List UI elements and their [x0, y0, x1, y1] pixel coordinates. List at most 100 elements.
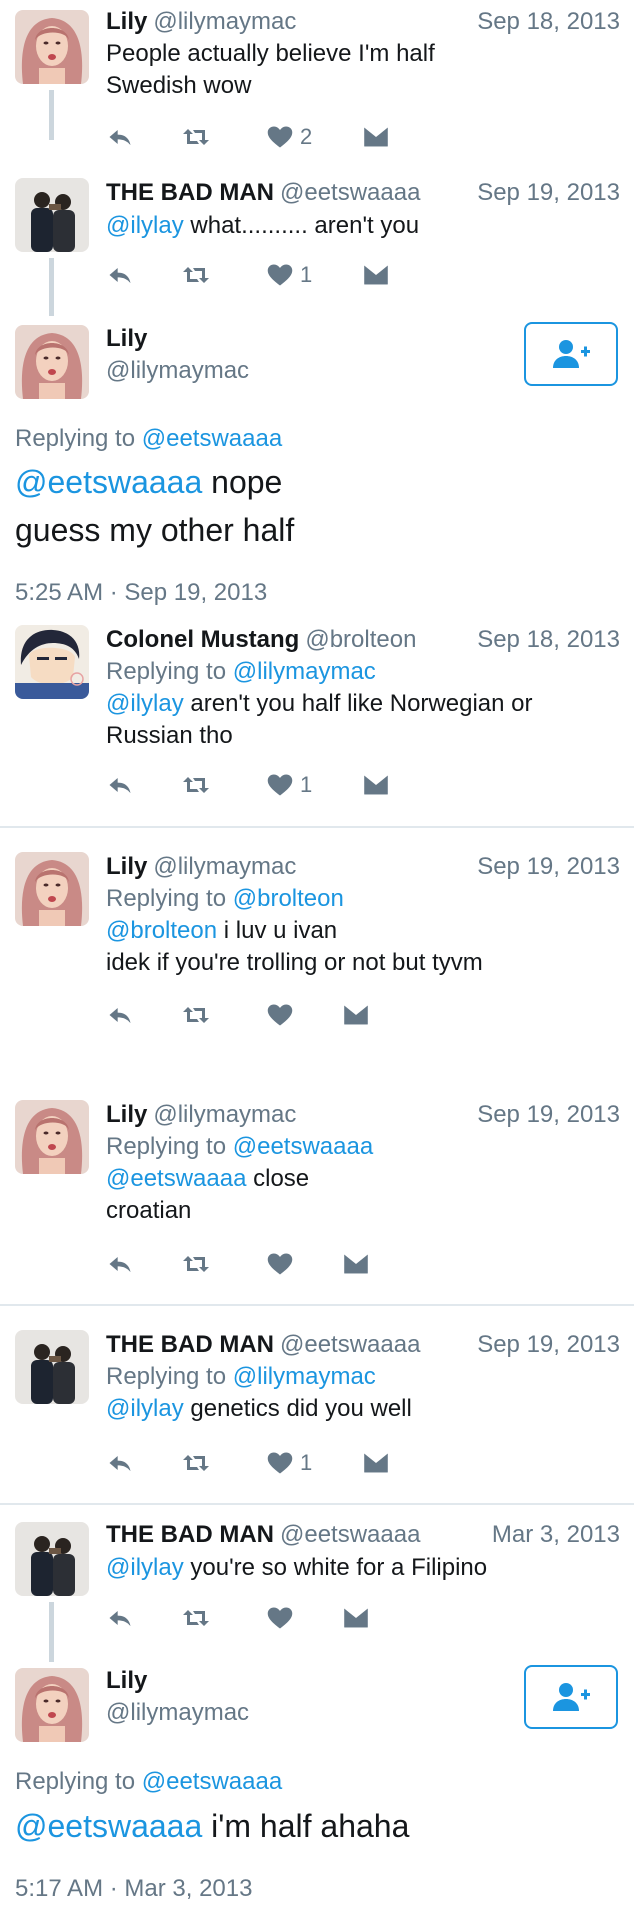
- dm-button[interactable]: [362, 122, 390, 152]
- like-button[interactable]: 1: [266, 770, 312, 800]
- mention-link[interactable]: @brolteon: [106, 917, 217, 944]
- replying-to: Replying to @lilymaymac: [106, 657, 376, 687]
- replying-to-link[interactable]: @eetswaaaa: [233, 1133, 373, 1160]
- dm-button[interactable]: [362, 770, 390, 800]
- user-handle[interactable]: @eetswaaaa: [280, 1521, 420, 1548]
- dm-button[interactable]: [342, 1603, 370, 1633]
- tweet-actions: 1: [106, 260, 406, 290]
- mention-link[interactable]: @eetswaaaa: [15, 1808, 202, 1844]
- display-name[interactable]: Lily: [106, 853, 147, 880]
- mention-link[interactable]: @eetswaaaa: [15, 464, 202, 500]
- reply-button[interactable]: [106, 770, 134, 800]
- tweet-date[interactable]: Sep 19, 2013: [477, 178, 620, 208]
- display-name[interactable]: THE BAD MAN: [106, 179, 274, 206]
- mention-link[interactable]: @ilylay: [106, 1554, 184, 1581]
- tweet-text-line: @eetswaaaa i'm half ahaha: [15, 1802, 620, 1850]
- avatar-image: [15, 178, 89, 252]
- dm-button[interactable]: [342, 1000, 370, 1030]
- tweet-date[interactable]: Sep 19, 2013: [477, 1100, 620, 1130]
- thread-connector: [49, 90, 54, 140]
- retweet-button[interactable]: [182, 122, 210, 152]
- avatar[interactable]: [15, 1100, 89, 1174]
- tweet-actions: [106, 1000, 406, 1030]
- retweet-button[interactable]: [182, 770, 210, 800]
- user-handle[interactable]: @lilymaymac: [106, 356, 249, 386]
- dm-button[interactable]: [342, 1249, 370, 1279]
- retweet-button[interactable]: [182, 1249, 210, 1279]
- tweet-header: Lily @lilymaymac Sep 19, 2013: [106, 1100, 620, 1130]
- avatar[interactable]: [15, 1668, 89, 1742]
- display-name[interactable]: THE BAD MAN: [106, 1331, 274, 1358]
- replying-to-label: Replying to: [15, 1768, 136, 1795]
- follow-button[interactable]: [524, 1665, 618, 1729]
- replying-to-link[interactable]: @brolteon: [233, 885, 344, 912]
- avatar-image: [15, 1668, 89, 1742]
- mention-link[interactable]: @eetswaaaa: [106, 1165, 246, 1192]
- reply-button[interactable]: [106, 1000, 134, 1030]
- reply-button[interactable]: [106, 1249, 134, 1279]
- reply-icon: [106, 261, 134, 289]
- display-name[interactable]: THE BAD MAN: [106, 1521, 274, 1548]
- replying-to-link[interactable]: @lilymaymac: [233, 658, 376, 685]
- user-handle[interactable]: @lilymaymac: [153, 1101, 296, 1128]
- user-handle[interactable]: @lilymaymac: [153, 853, 296, 880]
- tweet-text-body: genetics did you well: [183, 1395, 412, 1422]
- reply-button[interactable]: [106, 260, 134, 290]
- reply-button[interactable]: [106, 122, 134, 152]
- replying-to-label: Replying to: [106, 1133, 227, 1160]
- dm-button[interactable]: [362, 260, 390, 290]
- heart-icon: [266, 1604, 294, 1632]
- tweet-date[interactable]: Sep 18, 2013: [477, 625, 620, 655]
- mention-link[interactable]: @ilylay: [106, 212, 184, 239]
- avatar-image: [15, 1522, 89, 1596]
- avatar[interactable]: [15, 178, 89, 252]
- like-button[interactable]: 2: [266, 122, 312, 152]
- replying-to: Replying to @eetswaaaa: [15, 1767, 282, 1797]
- reply-button[interactable]: [106, 1603, 134, 1633]
- divider: [0, 826, 634, 828]
- display-name[interactable]: Lily: [106, 1666, 147, 1696]
- mention-link[interactable]: @ilylay: [106, 690, 184, 717]
- tweet-date[interactable]: Sep 19, 2013: [477, 1330, 620, 1360]
- display-name[interactable]: Lily: [106, 1101, 147, 1128]
- user-handle[interactable]: @brolteon: [305, 626, 416, 653]
- avatar[interactable]: [15, 1522, 89, 1596]
- thread-connector: [49, 258, 54, 316]
- replying-to-link[interactable]: @eetswaaaa: [142, 1768, 282, 1795]
- user-handle[interactable]: @eetswaaaa: [280, 1331, 420, 1358]
- avatar[interactable]: [15, 1330, 89, 1404]
- replying-to-link[interactable]: @eetswaaaa: [142, 425, 282, 452]
- avatar[interactable]: [15, 325, 89, 399]
- tweet-actions: 1: [106, 1448, 406, 1478]
- retweet-button[interactable]: [182, 260, 210, 290]
- like-button[interactable]: 1: [266, 1448, 312, 1478]
- like-button[interactable]: [266, 1603, 294, 1633]
- avatar[interactable]: [15, 852, 89, 926]
- avatar[interactable]: [15, 625, 89, 699]
- display-name[interactable]: Lily: [106, 324, 147, 354]
- like-button[interactable]: [266, 1249, 294, 1279]
- like-button[interactable]: [266, 1000, 294, 1030]
- replying-to-link[interactable]: @lilymaymac: [233, 1363, 376, 1390]
- like-button[interactable]: 1: [266, 260, 312, 290]
- display-name[interactable]: Colonel Mustang: [106, 626, 299, 653]
- reply-button[interactable]: [106, 1448, 134, 1478]
- retweet-button[interactable]: [182, 1448, 210, 1478]
- avatar[interactable]: [15, 10, 89, 84]
- display-name[interactable]: Lily: [106, 8, 147, 35]
- user-handle[interactable]: @lilymaymac: [153, 8, 296, 35]
- follow-button[interactable]: [524, 322, 618, 386]
- retweet-button[interactable]: [182, 1000, 210, 1030]
- tweet-timestamp[interactable]: 5:17 AM · Mar 3, 2013: [15, 1874, 252, 1904]
- retweet-icon: [182, 1604, 210, 1632]
- tweet-timestamp[interactable]: 5:25 AM · Sep 19, 2013: [15, 578, 267, 608]
- tweet-date[interactable]: Sep 19, 2013: [477, 852, 620, 882]
- retweet-button[interactable]: [182, 1603, 210, 1633]
- user-handle[interactable]: @eetswaaaa: [280, 179, 420, 206]
- user-handle[interactable]: @lilymaymac: [106, 1698, 249, 1728]
- tweet-date[interactable]: Mar 3, 2013: [492, 1520, 620, 1550]
- reply-icon: [106, 771, 134, 799]
- dm-button[interactable]: [362, 1448, 390, 1478]
- tweet-date[interactable]: Sep 18, 2013: [477, 7, 620, 37]
- mention-link[interactable]: @ilylay: [106, 1395, 184, 1422]
